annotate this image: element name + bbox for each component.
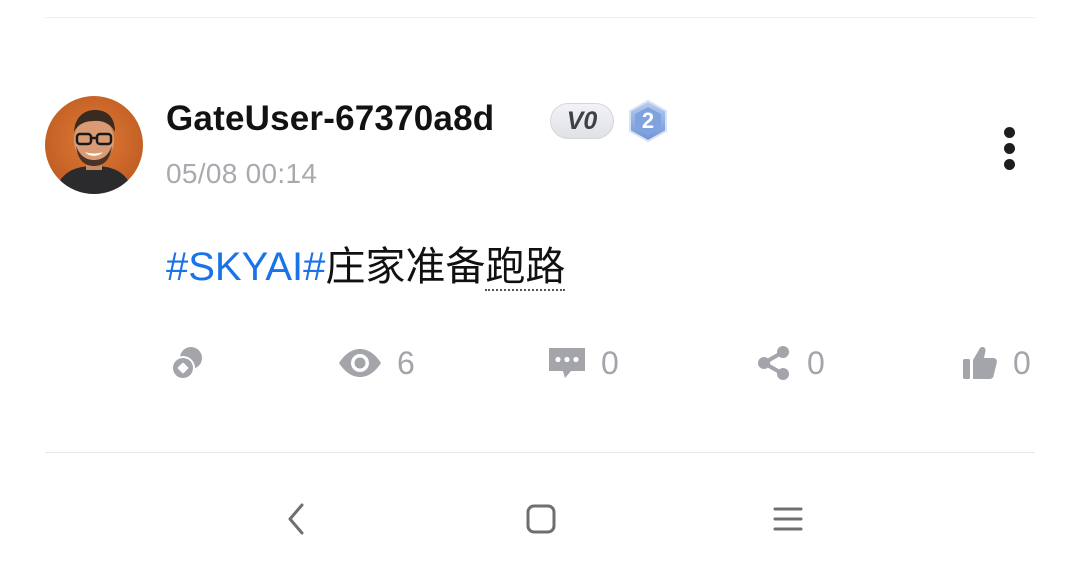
eye-icon [339,349,381,377]
likes-count: 0 [1013,344,1031,381]
post-content[interactable]: #SKYAI#庄家准备跑路 [166,234,566,292]
author-username[interactable]: GateUser-67370a8d [166,99,494,139]
views-button[interactable]: 6 [337,338,415,388]
comment-icon [549,348,585,378]
more-options-button[interactable] [994,124,1026,174]
comments-count: 0 [601,344,619,381]
post-text-underlined: 跑路 [485,245,566,291]
vip-label: V0 [566,106,598,135]
bottom-divider [45,452,1035,453]
tip-button[interactable] [168,338,206,388]
nav-back-button[interactable] [275,497,319,541]
hashtag-link[interactable]: #SKYAI# [166,245,325,289]
avatar-image [45,96,143,194]
level-number: 2 [641,108,655,133]
level-badge[interactable]: 2 [628,99,668,143]
coin-icon [171,347,202,380]
shares-count: 0 [807,344,825,381]
vip-badge[interactable]: V0 [550,103,614,139]
comment-button[interactable]: 0 [547,338,619,388]
share-icon [758,346,789,380]
nav-home-button[interactable] [519,497,563,541]
home-icon [526,504,556,534]
views-count: 6 [397,344,415,381]
post-card-screen: GateUser-67370a8d V0 2 05/08 00:14 #SKYA… [0,0,1080,582]
back-icon [288,503,304,535]
author-avatar[interactable] [45,96,143,194]
like-button[interactable]: 0 [961,338,1031,388]
nav-recents-button[interactable] [766,497,810,541]
top-divider [45,17,1035,18]
recents-icon [773,507,803,531]
share-button[interactable]: 0 [755,338,825,388]
post-timestamp: 05/08 00:14 [166,158,318,189]
thumbs-up-icon [963,347,997,379]
post-text-main: 庄家准备 [325,245,486,289]
